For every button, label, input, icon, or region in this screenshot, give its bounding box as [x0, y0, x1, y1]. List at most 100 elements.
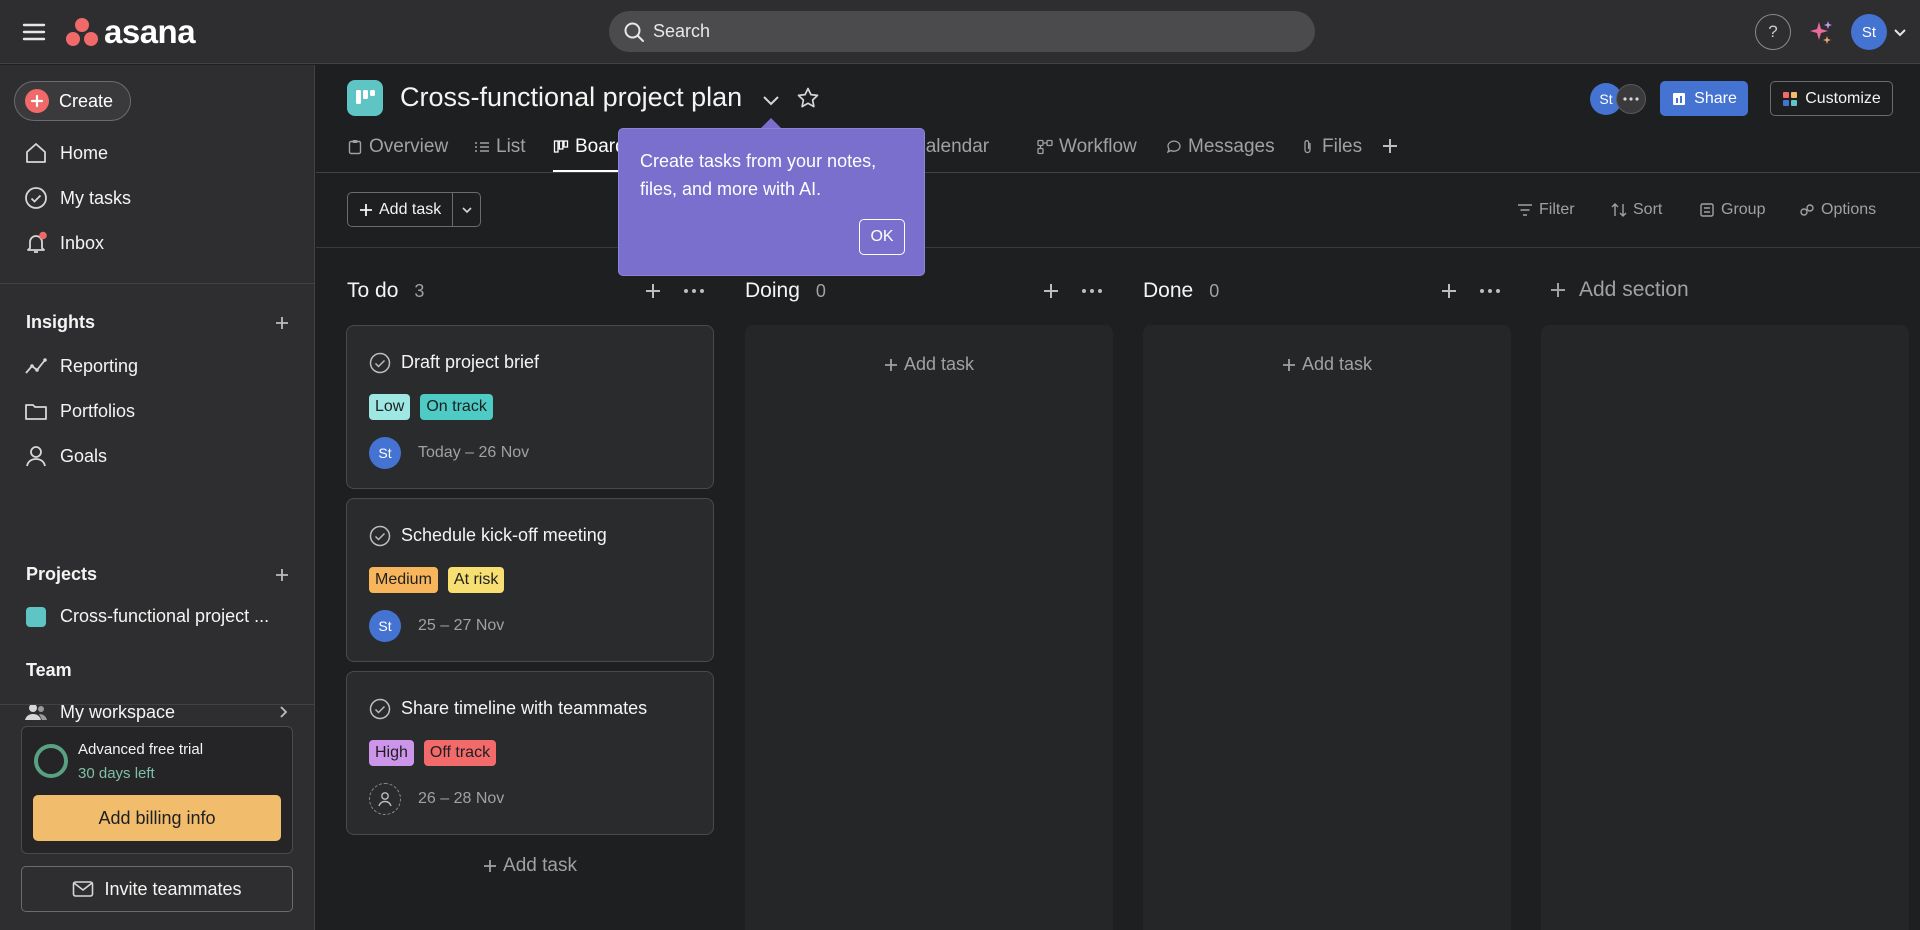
- new-section-body: [1541, 325, 1909, 930]
- chevron-right-icon[interactable]: [276, 705, 290, 719]
- add-billing-info-button[interactable]: Add billing info: [33, 795, 281, 841]
- tab-overview[interactable]: Overview: [347, 134, 448, 172]
- filter-button[interactable]: Filter: [1517, 198, 1575, 222]
- projects-header[interactable]: Projects: [26, 564, 291, 585]
- tab-board[interactable]: Board: [553, 134, 625, 172]
- column-header-done[interactable]: Done 0: [1143, 276, 1219, 306]
- sidebar-item-project[interactable]: Cross-functional project ...: [24, 601, 294, 631]
- sidebar-item-my-workspace[interactable]: My workspace: [24, 697, 294, 727]
- sidebar-item-home[interactable]: Home: [24, 138, 294, 168]
- unassigned-avatar-icon[interactable]: [369, 783, 401, 815]
- plus-icon: [25, 89, 49, 113]
- priority-tag[interactable]: Low: [369, 394, 411, 420]
- customize-grid-icon: [1783, 91, 1798, 106]
- sidebar-item-reporting[interactable]: Reporting: [24, 351, 294, 381]
- assignee-avatar[interactable]: St: [369, 610, 401, 642]
- more-members-icon[interactable]: [1616, 84, 1646, 114]
- help-button[interactable]: ?: [1755, 14, 1791, 50]
- sidebar-divider: [0, 283, 314, 284]
- create-button[interactable]: Create: [14, 81, 131, 121]
- trial-card: Advanced free trial 30 days left Add bil…: [21, 726, 293, 854]
- due-date[interactable]: 25 – 27 Nov: [418, 617, 504, 635]
- column-more-icon[interactable]: [1080, 281, 1104, 301]
- priority-tag[interactable]: High: [369, 740, 414, 766]
- sidebar-item-goals[interactable]: Goals: [24, 441, 294, 471]
- tabs-divider: [316, 172, 1920, 173]
- add-section-button[interactable]: Add section: [1549, 278, 1689, 302]
- person-icon: [24, 444, 48, 468]
- add-task-plus-icon[interactable]: [1439, 281, 1459, 301]
- asana-logo-icon: [66, 18, 98, 46]
- add-task-button[interactable]: Add task: [745, 354, 1113, 375]
- group-label: Group: [1721, 201, 1766, 218]
- group-button[interactable]: Group: [1699, 198, 1765, 222]
- add-task-button[interactable]: Add task: [348, 193, 454, 226]
- due-date[interactable]: Today – 26 Nov: [418, 444, 529, 462]
- ai-tooltip: Create tasks from your notes, files, and…: [618, 128, 925, 276]
- tooltip-text: Create tasks from your notes, files, and…: [640, 151, 877, 199]
- tab-list[interactable]: List: [474, 134, 526, 172]
- column-name: To do: [347, 279, 399, 302]
- options-button[interactable]: Options: [1799, 198, 1876, 222]
- add-task-button[interactable]: Add task: [346, 855, 714, 877]
- sidebar-divider: [0, 704, 314, 705]
- sidebar-item-my-tasks[interactable]: My tasks: [24, 183, 294, 213]
- project-title[interactable]: Cross-functional project plan: [400, 82, 742, 113]
- hamburger-menu-icon[interactable]: [20, 18, 48, 46]
- ai-sparkle-icon[interactable]: [1806, 18, 1834, 46]
- list-icon: [474, 139, 490, 155]
- customize-button[interactable]: Customize: [1770, 81, 1893, 116]
- tab-messages[interactable]: Messages: [1166, 134, 1275, 172]
- complete-check-icon[interactable]: [369, 525, 391, 547]
- plus-icon: [360, 203, 372, 216]
- tab-workflow[interactable]: Workflow: [1037, 134, 1137, 172]
- assignee-avatar[interactable]: St: [369, 437, 401, 469]
- tab-files[interactable]: Files: [1300, 134, 1362, 172]
- chevron-down-icon[interactable]: [760, 89, 782, 111]
- sidebar-item-inbox[interactable]: Inbox: [24, 228, 294, 258]
- insights-header[interactable]: Insights: [26, 312, 291, 333]
- lock-icon: [1673, 92, 1686, 105]
- task-card[interactable]: Share timeline with teammates High Off t…: [346, 671, 714, 835]
- asana-logo[interactable]: asana: [66, 14, 196, 50]
- status-tag[interactable]: At risk: [447, 567, 505, 593]
- task-card[interactable]: Draft project brief Low On track St Toda…: [346, 325, 714, 489]
- project-icon[interactable]: [347, 80, 383, 116]
- sort-icon: [1611, 202, 1627, 218]
- add-project-icon[interactable]: [273, 566, 291, 584]
- tab-label: Workflow: [1059, 136, 1137, 157]
- add-task-dropdown-button[interactable]: [453, 193, 480, 226]
- column-more-icon[interactable]: [682, 281, 706, 301]
- chevron-down-icon[interactable]: [1893, 26, 1907, 40]
- add-section-label: Add section: [1579, 278, 1689, 301]
- complete-check-icon[interactable]: [369, 698, 391, 720]
- column-header-doing[interactable]: Doing 0: [745, 276, 826, 306]
- complete-check-icon[interactable]: [369, 352, 391, 374]
- folder-icon: [24, 399, 48, 423]
- star-icon[interactable]: [796, 86, 820, 110]
- user-avatar[interactable]: St: [1851, 14, 1887, 50]
- team-header[interactable]: Team: [26, 660, 291, 681]
- add-task-button[interactable]: Add task: [1143, 354, 1511, 375]
- sidebar-item-portfolios[interactable]: Portfolios: [24, 396, 294, 426]
- share-button[interactable]: Share: [1660, 81, 1748, 116]
- add-task-plus-icon[interactable]: [643, 281, 663, 301]
- due-date[interactable]: 26 – 28 Nov: [418, 790, 504, 808]
- status-tag[interactable]: On track: [420, 394, 493, 420]
- status-tag[interactable]: Off track: [423, 740, 497, 766]
- column-doing-body: [745, 325, 1113, 930]
- invite-teammates-button[interactable]: Invite teammates: [21, 866, 293, 912]
- add-tab-icon[interactable]: [1380, 136, 1400, 156]
- task-card[interactable]: Schedule kick-off meeting Medium At risk…: [346, 498, 714, 662]
- plus-icon: [1551, 283, 1565, 297]
- sort-button[interactable]: Sort: [1611, 198, 1662, 222]
- column-more-icon[interactable]: [1478, 281, 1502, 301]
- add-task-plus-icon[interactable]: [1041, 281, 1061, 301]
- tooltip-ok-button[interactable]: OK: [859, 219, 905, 255]
- column-header-todo[interactable]: To do 3: [347, 276, 424, 306]
- paperclip-icon: [1300, 139, 1316, 155]
- search-input[interactable]: Search: [609, 11, 1315, 52]
- add-insight-icon[interactable]: [273, 314, 291, 332]
- add-task-label: Add task: [903, 354, 975, 374]
- priority-tag[interactable]: Medium: [369, 567, 438, 593]
